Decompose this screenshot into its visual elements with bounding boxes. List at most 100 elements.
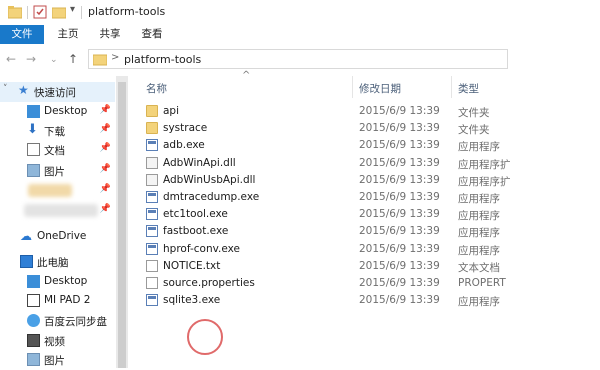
pin-icon: 📌 xyxy=(99,204,111,214)
file-type: 应用程序 xyxy=(458,141,500,154)
file-row[interactable]: api 2015/6/9 13:39 文件夹 xyxy=(131,103,600,120)
file-name: AdbWinUsbApi.dll xyxy=(163,173,256,186)
redacted-label xyxy=(24,204,98,217)
nav-item-desktop[interactable]: Desktop 📌 xyxy=(0,102,115,122)
nav-item-label: 图片 xyxy=(44,166,65,178)
star-icon: ★ xyxy=(18,83,29,97)
nav-item-label: MI PAD 2 xyxy=(44,294,91,306)
nav-item-baidu-cloud[interactable]: 百度云同步盘 xyxy=(0,311,115,331)
breadcrumb-platform-tools[interactable]: platform-tools xyxy=(124,53,201,66)
file-type: 文件夹 xyxy=(458,124,490,137)
breadcrumb-separator[interactable]: > xyxy=(111,52,119,63)
pin-icon: 📌 xyxy=(99,143,111,153)
file-row[interactable]: NOTICE.txt 2015/6/9 13:39 文本文档 xyxy=(131,258,600,275)
nav-item-redacted[interactable]: 📌 xyxy=(0,201,115,221)
up-icon[interactable]: ↑ xyxy=(68,52,78,66)
nav-item-onedrive[interactable]: ☁ OneDrive xyxy=(0,227,115,247)
desktop-icon xyxy=(27,275,40,288)
file-type: PROPERT xyxy=(458,277,506,289)
application-icon xyxy=(146,225,158,238)
column-header-name[interactable]: 名称 xyxy=(146,81,167,96)
column-header-date[interactable]: 修改日期 xyxy=(359,81,401,96)
ribbon-tabs: 文件 主页 共享 查看 xyxy=(0,25,600,45)
nav-item-this-pc[interactable]: 此电脑 xyxy=(0,252,115,272)
file-date: 2015/6/9 13:39 xyxy=(359,242,440,255)
column-header-type[interactable]: 类型 xyxy=(458,81,479,96)
nav-item-label: Desktop xyxy=(44,105,88,117)
nav-item-mi-pad[interactable]: MI PAD 2 xyxy=(0,291,115,311)
desktop-icon xyxy=(27,105,40,118)
file-name: fastboot.exe xyxy=(163,225,229,238)
file-name: sqlite3.exe xyxy=(163,294,221,307)
file-name: NOTICE.txt xyxy=(163,259,221,272)
cloud-icon: ☁ xyxy=(20,229,32,243)
application-icon xyxy=(146,139,158,152)
nav-item-label: 文档 xyxy=(44,145,65,157)
redacted-label xyxy=(28,184,72,197)
file-date: 2015/6/9 13:39 xyxy=(359,225,440,238)
download-icon: ⬇ xyxy=(27,122,38,137)
file-date: 2015/6/9 13:39 xyxy=(359,191,440,203)
nav-item-label: 百度云同步盘 xyxy=(44,316,107,328)
documents-icon xyxy=(27,143,40,156)
file-name: systrace xyxy=(163,122,208,135)
nav-item-label: 视频 xyxy=(44,336,65,348)
nav-item-redacted[interactable]: 📌 xyxy=(0,181,115,201)
customize-quick-access-icon[interactable]: ▾ xyxy=(70,4,75,15)
chevron-down-icon[interactable]: ˅ xyxy=(3,84,8,94)
file-row[interactable]: adb.exe 2015/6/9 13:39 应用程序 xyxy=(131,137,600,154)
tab-share[interactable]: 共享 xyxy=(92,25,128,44)
forward-icon[interactable]: → xyxy=(26,52,36,66)
dll-file-icon xyxy=(146,156,158,169)
nav-item-label: 此电脑 xyxy=(37,257,69,269)
file-date: 2015/6/9 13:39 xyxy=(359,122,440,135)
file-row[interactable]: dmtracedump.exe 2015/6/9 13:39 应用程序 xyxy=(131,189,600,206)
back-icon[interactable]: ← xyxy=(6,52,16,66)
file-date: 2015/6/9 13:39 xyxy=(359,208,440,221)
tab-home[interactable]: 主页 xyxy=(50,25,86,44)
nav-item-videos[interactable]: 视频 xyxy=(0,331,115,351)
tab-view[interactable]: 查看 xyxy=(134,25,170,44)
pictures-icon xyxy=(27,164,40,177)
file-name: adb.exe xyxy=(163,139,205,152)
nav-quick-access[interactable]: ˅ ★ 快速访问 xyxy=(0,82,115,102)
tab-file[interactable]: 文件 xyxy=(0,25,44,44)
properties-quick-icon[interactable] xyxy=(33,5,47,19)
file-type: 应用程序 xyxy=(458,193,500,205)
title-bar: ▾ platform-tools xyxy=(0,0,600,25)
window-title: platform-tools xyxy=(88,5,166,18)
file-row[interactable]: hprof-conv.exe 2015/6/9 13:39 应用程序 xyxy=(131,241,600,258)
file-row[interactable]: source.properties 2015/6/9 13:39 PROPERT xyxy=(131,275,600,292)
pictures-icon xyxy=(27,353,40,366)
pin-icon: 📌 xyxy=(99,164,111,174)
new-folder-quick-icon[interactable] xyxy=(51,5,67,19)
file-row[interactable]: sqlite3.exe 2015/6/9 13:39 应用程序 xyxy=(131,292,600,309)
file-date: 2015/6/9 13:39 xyxy=(359,105,440,117)
file-row[interactable]: systrace 2015/6/9 13:39 文件夹 xyxy=(131,120,600,137)
click-indicator xyxy=(187,319,223,355)
file-name: source.properties xyxy=(163,277,255,289)
file-type: 文本文档 xyxy=(458,261,500,274)
nav-item-label: 下载 xyxy=(44,126,65,138)
nav-item-pc-pictures[interactable]: 图片 xyxy=(0,350,115,370)
nav-item-pictures[interactable]: 图片 📌 xyxy=(0,161,115,181)
sort-ascending-icon: ^ xyxy=(242,70,251,81)
file-name: etc1tool.exe xyxy=(163,208,228,221)
file-date: 2015/6/9 13:39 xyxy=(359,294,440,307)
nav-scrollbar-thumb[interactable] xyxy=(118,82,126,368)
file-row[interactable]: etc1tool.exe 2015/6/9 13:39 应用程序 xyxy=(131,206,600,223)
file-row[interactable]: fastboot.exe 2015/6/9 13:39 应用程序 xyxy=(131,223,600,240)
file-type: 应用程序扩 xyxy=(458,175,511,188)
file-name: dmtracedump.exe xyxy=(163,191,260,203)
file-date: 2015/6/9 13:39 xyxy=(359,277,440,289)
file-date: 2015/6/9 13:39 xyxy=(359,173,440,186)
nav-item-pc-desktop[interactable]: Desktop xyxy=(0,272,115,292)
dll-file-icon xyxy=(146,173,158,186)
nav-item-downloads[interactable]: ⬇ 下载 📌 xyxy=(0,121,115,141)
nav-item-documents[interactable]: 文档 📌 xyxy=(0,140,115,160)
file-row[interactable]: AdbWinApi.dll 2015/6/9 13:39 应用程序扩 xyxy=(131,155,600,172)
folder-icon xyxy=(92,52,108,66)
file-row[interactable]: AdbWinUsbApi.dll 2015/6/9 13:39 应用程序扩 xyxy=(131,172,600,189)
recent-locations-icon[interactable]: ⌄ xyxy=(50,55,58,65)
application-icon xyxy=(146,208,158,221)
